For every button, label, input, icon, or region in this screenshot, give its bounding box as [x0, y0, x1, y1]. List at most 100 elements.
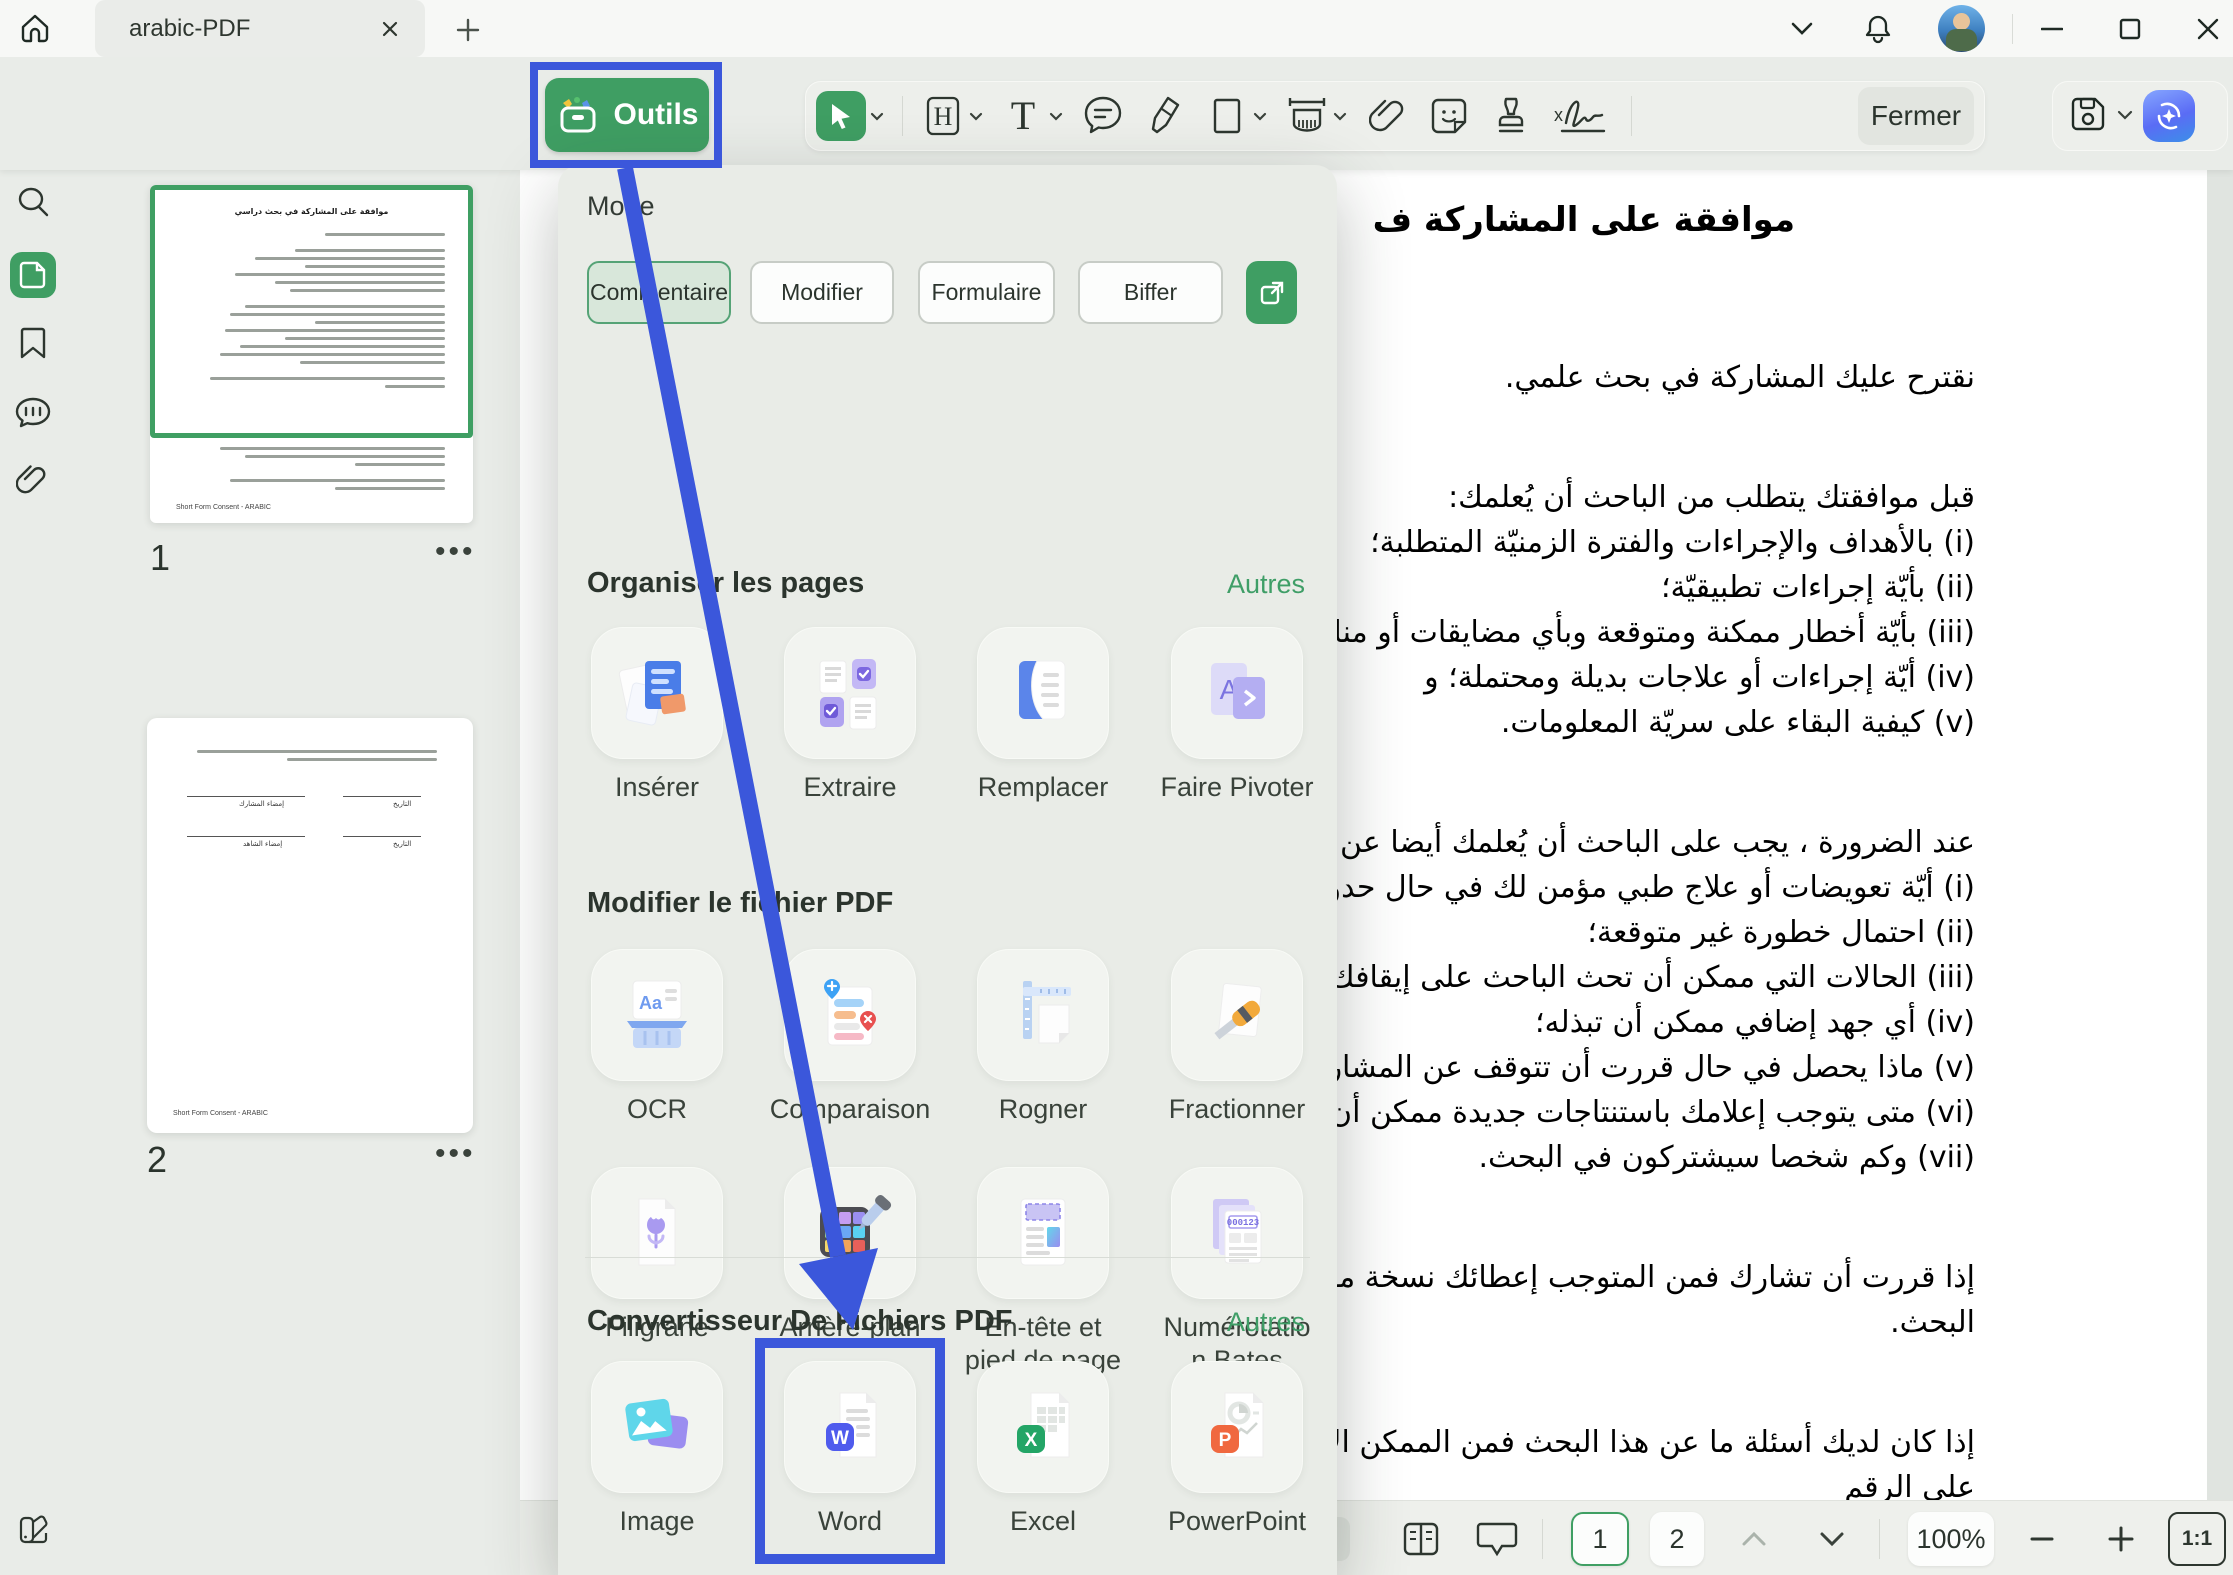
zoom-level-value[interactable]: 100%	[1908, 1512, 1994, 1566]
doc-line: (ii) احتمال خطورة غير متوقعة؛	[1279, 910, 1975, 955]
thumbnails-panel-icon[interactable]	[10, 252, 56, 298]
page-thumbnail-2[interactable]: إمضاء المشارك التاريخ إمضاء الشاهد التار…	[147, 718, 473, 1133]
tool-tile-excel[interactable]: X	[977, 1361, 1109, 1493]
pdf-to-powerpoint-icon: P	[1195, 1385, 1279, 1469]
home-button[interactable]	[14, 8, 56, 50]
svg-text:Aa: Aa	[639, 993, 663, 1013]
next-page-icon[interactable]	[1810, 1512, 1854, 1566]
tool-tile-faire-pivoter[interactable]: A	[1171, 627, 1303, 759]
tool-tile-filigrane[interactable]	[591, 1167, 723, 1299]
tile-label-rogner: Rogner	[943, 1093, 1143, 1126]
shape-tool-icon[interactable]	[1205, 94, 1249, 138]
ocr-icon: Aa	[615, 973, 699, 1057]
two-page-view-icon[interactable]	[1394, 1512, 1448, 1566]
doc-line: إذا كان لديك أسئلة ما عن هذا البحث فمن ا…	[1279, 1420, 1975, 1465]
zoom-in-icon[interactable]	[2099, 1512, 2143, 1566]
text-tool-icon[interactable]: T	[1001, 94, 1045, 138]
thumbnail-menu-button[interactable]: •••	[435, 535, 476, 569]
color-swatches-icon[interactable]	[10, 1505, 56, 1551]
split-icon	[1195, 973, 1279, 1057]
tool-tile-remplacer[interactable]	[977, 627, 1109, 759]
shape-tool-chevron-icon[interactable]	[1253, 112, 1267, 121]
tool-tile-ocr[interactable]: Aa	[591, 949, 723, 1081]
tool-tile-arriere-plan[interactable]	[784, 1167, 916, 1299]
attachment-tool-icon[interactable]	[1365, 94, 1409, 138]
attachments-panel-icon[interactable]	[10, 457, 56, 503]
close-window-icon[interactable]	[2188, 10, 2228, 48]
ai-assistant-icon[interactable]	[2143, 90, 2195, 142]
section-title-organiser: Organiser les pages	[587, 567, 864, 600]
tool-tile-powerpoint[interactable]: P	[1171, 1361, 1303, 1493]
mode-biffer-button[interactable]: Biffer	[1078, 261, 1223, 324]
fermer-button[interactable]: Fermer	[1858, 87, 1974, 145]
comments-panel-icon[interactable]	[10, 390, 56, 436]
mode-modifier-button[interactable]: Modifier	[750, 261, 894, 324]
zoom-out-icon[interactable]	[2020, 1512, 2064, 1566]
viewport-indicator[interactable]	[150, 185, 473, 438]
search-icon[interactable]	[10, 179, 56, 225]
sticker-tool-icon[interactable]	[1427, 94, 1471, 138]
left-sidebar	[0, 57, 65, 1575]
tool-tile-word[interactable]: W	[784, 1361, 916, 1493]
tool-tile-inserer[interactable]	[591, 627, 723, 759]
measure-tool-icon[interactable]	[1285, 94, 1329, 138]
page-thumbnail-1[interactable]: موافقة على المشاركة في بحث دراسي Short F…	[150, 185, 473, 523]
presentation-mode-icon[interactable]	[1470, 1512, 1524, 1566]
chevron-down-icon[interactable]	[1782, 10, 1822, 48]
toolbox-icon	[555, 95, 601, 135]
convertisseur-autres-link[interactable]: Autres	[1227, 1307, 1305, 1338]
tool-tile-numerotation-bates[interactable]: 000123	[1171, 1167, 1303, 1299]
organiser-autres-link[interactable]: Autres	[1227, 569, 1305, 600]
tool-tile-fractionner[interactable]	[1171, 949, 1303, 1081]
date-label-2: التاريخ	[393, 840, 411, 848]
tool-tile-rogner[interactable]	[977, 949, 1109, 1081]
page-number-current[interactable]: 1	[1571, 1512, 1629, 1566]
doc-line: عند الضرورة ، يجب على الباحث أن يُعلمك أ…	[1279, 820, 1975, 865]
heading-tool-chevron-icon[interactable]	[969, 112, 983, 121]
select-tool-button[interactable]	[816, 91, 866, 141]
pdf-to-word-icon: W	[808, 1385, 892, 1469]
tab-close-icon[interactable]	[375, 14, 405, 44]
mode-formulaire-button[interactable]: Formulaire	[918, 261, 1055, 324]
vertical-scroll-gutter[interactable]	[2207, 170, 2233, 1575]
previous-page-icon[interactable]	[1732, 1512, 1776, 1566]
outils-label: Outils	[613, 98, 698, 132]
minimize-window-icon[interactable]	[2032, 10, 2072, 48]
doc-line: (v) ماذا يحصل في حال قررت أن تتوقف عن ال…	[1279, 1045, 1975, 1090]
save-chevron-icon[interactable]	[2117, 107, 2133, 125]
doc-line: نقترح عليك المشاركة في بحث علمي.	[1279, 355, 1975, 400]
signature-tool-icon[interactable]: x	[1551, 94, 1613, 138]
user-avatar[interactable]	[1938, 5, 1985, 52]
doc-line: (vi) متى يتوجب إعلامك باستنتاجات جديدة م…	[1279, 1090, 1975, 1135]
thumbnail-menu-button[interactable]: •••	[435, 1137, 476, 1171]
text-tool-chevron-icon[interactable]	[1049, 112, 1063, 121]
outils-button[interactable]: Outils	[545, 78, 709, 152]
insert-pages-icon	[615, 651, 699, 735]
page-number-next[interactable]: 2	[1650, 1512, 1704, 1566]
document-tab[interactable]: arabic-PDF	[95, 0, 425, 57]
doc-line: (vii) وكم شخصا سيشتركون في البحث.	[1279, 1135, 1975, 1180]
comment-tool-icon[interactable]	[1081, 94, 1125, 138]
tool-tile-image[interactable]	[591, 1361, 723, 1493]
stamp-tool-icon[interactable]	[1489, 94, 1533, 138]
save-icon[interactable]	[2069, 95, 2107, 138]
document-text: نقترح عليك المشاركة في بحث علمي. قبل موا…	[1279, 355, 1975, 1510]
maximize-window-icon[interactable]	[2110, 10, 2150, 48]
tile-label-word: Word	[750, 1505, 950, 1538]
new-tab-icon[interactable]	[450, 12, 486, 48]
heading-tool-icon[interactable]: H	[921, 94, 965, 138]
tool-tile-comparaison[interactable]	[784, 949, 916, 1081]
mode-commentaire-button[interactable]: Commentaire	[587, 261, 731, 324]
actual-size-button[interactable]: 1:1	[2168, 1512, 2226, 1566]
signature-label-witness: إمضاء الشاهد	[243, 840, 282, 848]
select-tool-chevron-icon[interactable]	[870, 112, 884, 121]
doc-line: إذا قررت أن تشارك فمن المتوجب إعطائك نسخ…	[1279, 1255, 1975, 1300]
notifications-bell-icon[interactable]	[1858, 10, 1898, 48]
tool-tile-entete-pied[interactable]	[977, 1167, 1109, 1299]
tool-tile-extraire[interactable]	[784, 627, 916, 759]
highlighter-pen-tool-icon[interactable]	[1143, 94, 1187, 138]
measure-tool-chevron-icon[interactable]	[1333, 112, 1347, 121]
bookmarks-icon[interactable]	[10, 320, 56, 366]
doc-line: (v) كيفية البقاء على سريّة المعلومات.	[1279, 700, 1975, 745]
open-mode-external-button[interactable]	[1246, 261, 1297, 324]
